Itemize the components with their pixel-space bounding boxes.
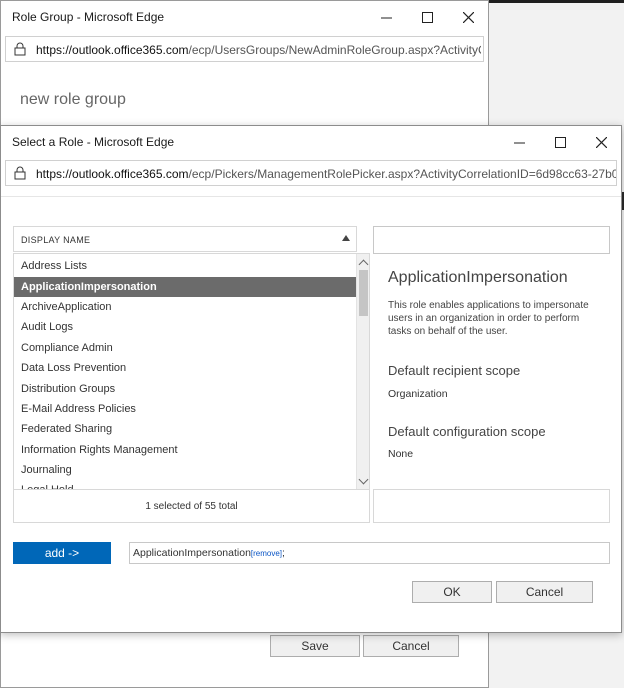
- selected-role: ApplicationImpersonation: [133, 547, 251, 559]
- url-domain: https://outlook.office365.com: [36, 43, 189, 57]
- ok-button[interactable]: OK: [412, 581, 492, 603]
- list-item[interactable]: Distribution Groups: [14, 379, 358, 399]
- scroll-down-icon[interactable]: [358, 474, 369, 485]
- role-title: ApplicationImpersonation: [388, 269, 568, 286]
- window-title: Select a Role - Microsoft Edge: [12, 135, 175, 149]
- display-name-column-header[interactable]: DISPLAY NAME: [13, 226, 357, 252]
- desktop-taskbar-edge: [488, 0, 624, 3]
- role-details-pane: ApplicationImpersonation This role enabl…: [373, 256, 610, 492]
- list-item[interactable]: E-Mail Address Policies: [14, 399, 358, 419]
- maximize-icon[interactable]: [416, 6, 438, 28]
- maximize-icon[interactable]: [549, 131, 571, 153]
- url-text: https://outlook.office365.com/ecp/UsersG…: [36, 43, 481, 57]
- add-button[interactable]: add ->: [13, 542, 111, 564]
- config-scope-value: None: [388, 448, 414, 460]
- url-path: /ecp/UsersGroups/NewAdminRoleGroup.aspx?…: [188, 43, 481, 57]
- lock-icon: [13, 166, 27, 180]
- list-item[interactable]: Journaling: [14, 460, 358, 480]
- divider: [1, 196, 621, 197]
- details-footer: [373, 489, 610, 523]
- role-description: This role enables applications to impers…: [388, 300, 589, 337]
- remove-link[interactable]: [remove]: [251, 549, 282, 558]
- scroll-up-icon[interactable]: [358, 259, 369, 270]
- list-item-selected[interactable]: ApplicationImpersonation: [14, 277, 358, 297]
- recipient-scope-value: Organization: [388, 388, 448, 400]
- list-item[interactable]: Address Lists: [14, 256, 358, 276]
- list-item[interactable]: Compliance Admin: [14, 338, 358, 358]
- address-bar[interactable]: https://outlook.office365.com/ecp/Picker…: [5, 160, 617, 186]
- minimize-icon[interactable]: [375, 6, 397, 28]
- close-icon[interactable]: [457, 6, 479, 28]
- list-item[interactable]: Information Rights Management: [14, 440, 358, 460]
- save-button[interactable]: Save: [270, 635, 360, 657]
- list-scrollbar[interactable]: [356, 254, 369, 491]
- list-item[interactable]: Federated Sharing: [14, 419, 358, 439]
- cancel-button[interactable]: Cancel: [363, 635, 459, 657]
- selected-roles-field[interactable]: ApplicationImpersonation[remove];: [129, 542, 610, 564]
- list-item[interactable]: ArchiveApplication: [14, 297, 358, 317]
- recipient-scope-label: Default recipient scope: [388, 363, 521, 378]
- list-item[interactable]: Audit Logs: [14, 317, 358, 337]
- page-title: new role group: [20, 91, 126, 108]
- url-text: https://outlook.office365.com/ecp/Picker…: [36, 167, 616, 181]
- selected-separator: ;: [282, 547, 285, 559]
- close-icon[interactable]: [590, 131, 612, 153]
- select-role-window: Select a Role - Microsoft Edge https://o…: [0, 125, 622, 633]
- search-input[interactable]: [373, 226, 610, 254]
- column-header-label: DISPLAY NAME: [21, 235, 91, 245]
- cancel-button[interactable]: Cancel: [496, 581, 593, 603]
- sort-ascending-icon: [342, 235, 350, 241]
- scrollbar-thumb[interactable]: [359, 270, 368, 316]
- title-bar: Role Group - Microsoft Edge: [1, 1, 488, 33]
- role-list[interactable]: Address Lists ApplicationImpersonation A…: [13, 253, 370, 491]
- url-path: /ecp/Pickers/ManagementRolePicker.aspx?A…: [188, 167, 616, 181]
- list-item[interactable]: Data Loss Prevention: [14, 358, 358, 378]
- config-scope-label: Default configuration scope: [388, 424, 546, 439]
- lock-icon: [13, 42, 27, 56]
- minimize-icon[interactable]: [508, 131, 530, 153]
- address-bar[interactable]: https://outlook.office365.com/ecp/UsersG…: [5, 36, 484, 62]
- title-bar: Select a Role - Microsoft Edge: [1, 126, 621, 158]
- window-title: Role Group - Microsoft Edge: [12, 10, 165, 24]
- selection-count: 1 selected of 55 total: [13, 489, 370, 523]
- url-domain: https://outlook.office365.com: [36, 167, 189, 181]
